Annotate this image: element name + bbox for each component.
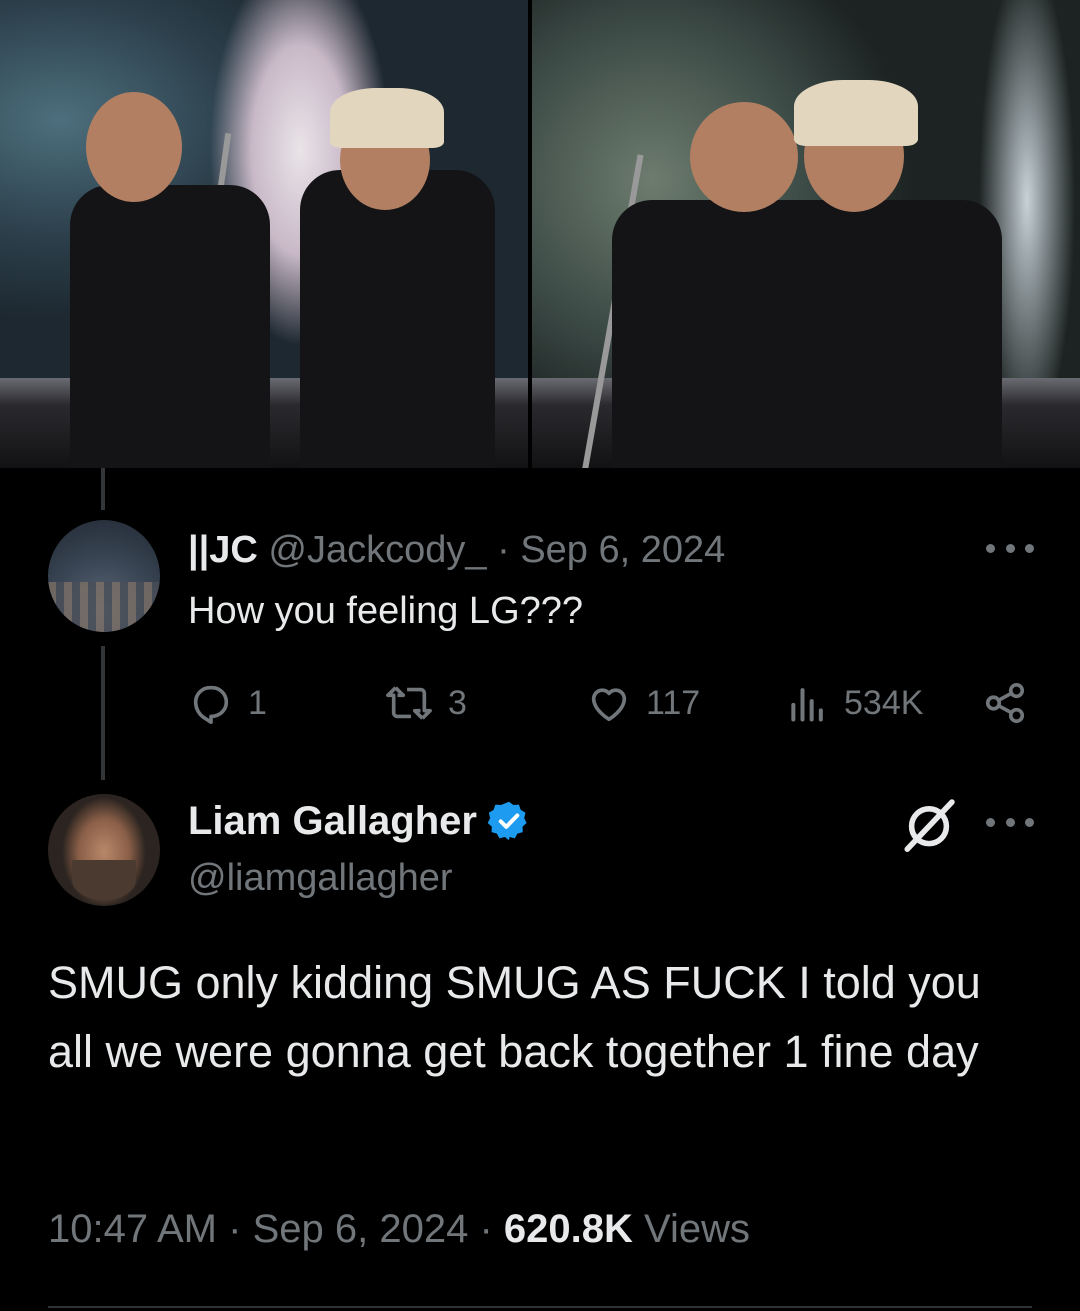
like-icon bbox=[591, 688, 627, 722]
reply-icon bbox=[193, 685, 229, 724]
thread-line-top bbox=[101, 468, 105, 510]
meta-separator: · bbox=[228, 1207, 242, 1251]
parent-date[interactable]: Sep 6, 2024 bbox=[520, 529, 725, 571]
more-icon[interactable] bbox=[986, 538, 1034, 558]
reply-button[interactable]: 1 bbox=[188, 676, 267, 730]
views-count: 534K bbox=[844, 683, 924, 722]
parent-tweet-text: How you feeling LG??? bbox=[188, 590, 584, 632]
like-count: 117 bbox=[646, 683, 701, 722]
more-icon[interactable] bbox=[986, 812, 1034, 832]
repost-icon bbox=[386, 686, 432, 720]
main-tweet-text: SMUG only kidding SMUG AS FUCK I told yo… bbox=[48, 957, 981, 1077]
tweet-time[interactable]: 10:47 AM bbox=[48, 1207, 217, 1251]
media-photo-left[interactable] bbox=[0, 0, 528, 468]
main-views-count: 620.8K bbox=[503, 1207, 633, 1251]
views-icon bbox=[791, 688, 823, 722]
tweet-media[interactable] bbox=[0, 0, 1080, 468]
avatar-jackcody[interactable] bbox=[48, 520, 160, 632]
main-tweet-meta: 10:47 AM · Sep 6, 2024 · 620.8K Views bbox=[48, 1204, 750, 1254]
main-handle[interactable]: @liamgallagher bbox=[188, 856, 453, 900]
share-button[interactable] bbox=[982, 676, 1028, 730]
media-photo-right[interactable] bbox=[532, 0, 1080, 468]
avatar-liamgallagher[interactable] bbox=[48, 794, 160, 906]
reply-count: 1 bbox=[248, 683, 267, 722]
parent-separator: · bbox=[497, 529, 510, 571]
tweet-date[interactable]: Sep 6, 2024 bbox=[253, 1207, 469, 1251]
meta-separator: · bbox=[479, 1207, 493, 1251]
share-icon bbox=[985, 682, 1025, 724]
parent-tweet-actions: 1 3 117 534K bbox=[188, 676, 1048, 730]
thread-line-bottom bbox=[101, 646, 105, 780]
main-display-name[interactable]: Liam Gallagher bbox=[188, 798, 477, 844]
parent-handle[interactable]: @Jackcody_ bbox=[268, 529, 486, 571]
main-tweet-name-row: Liam Gallagher bbox=[188, 798, 531, 844]
views-button[interactable]: 534K bbox=[786, 676, 923, 730]
main-views-label: Views bbox=[644, 1207, 751, 1251]
grok-icon[interactable] bbox=[900, 796, 958, 854]
parent-display-name[interactable]: ||JC bbox=[188, 529, 258, 571]
repost-count: 3 bbox=[448, 683, 467, 722]
parent-tweet-header: ||JC @Jackcody_ · Sep 6, 2024 bbox=[188, 528, 725, 572]
verified-badge-icon bbox=[487, 801, 527, 841]
repost-button[interactable]: 3 bbox=[384, 676, 467, 730]
divider bbox=[48, 1306, 1032, 1308]
like-button[interactable]: 117 bbox=[586, 676, 700, 730]
